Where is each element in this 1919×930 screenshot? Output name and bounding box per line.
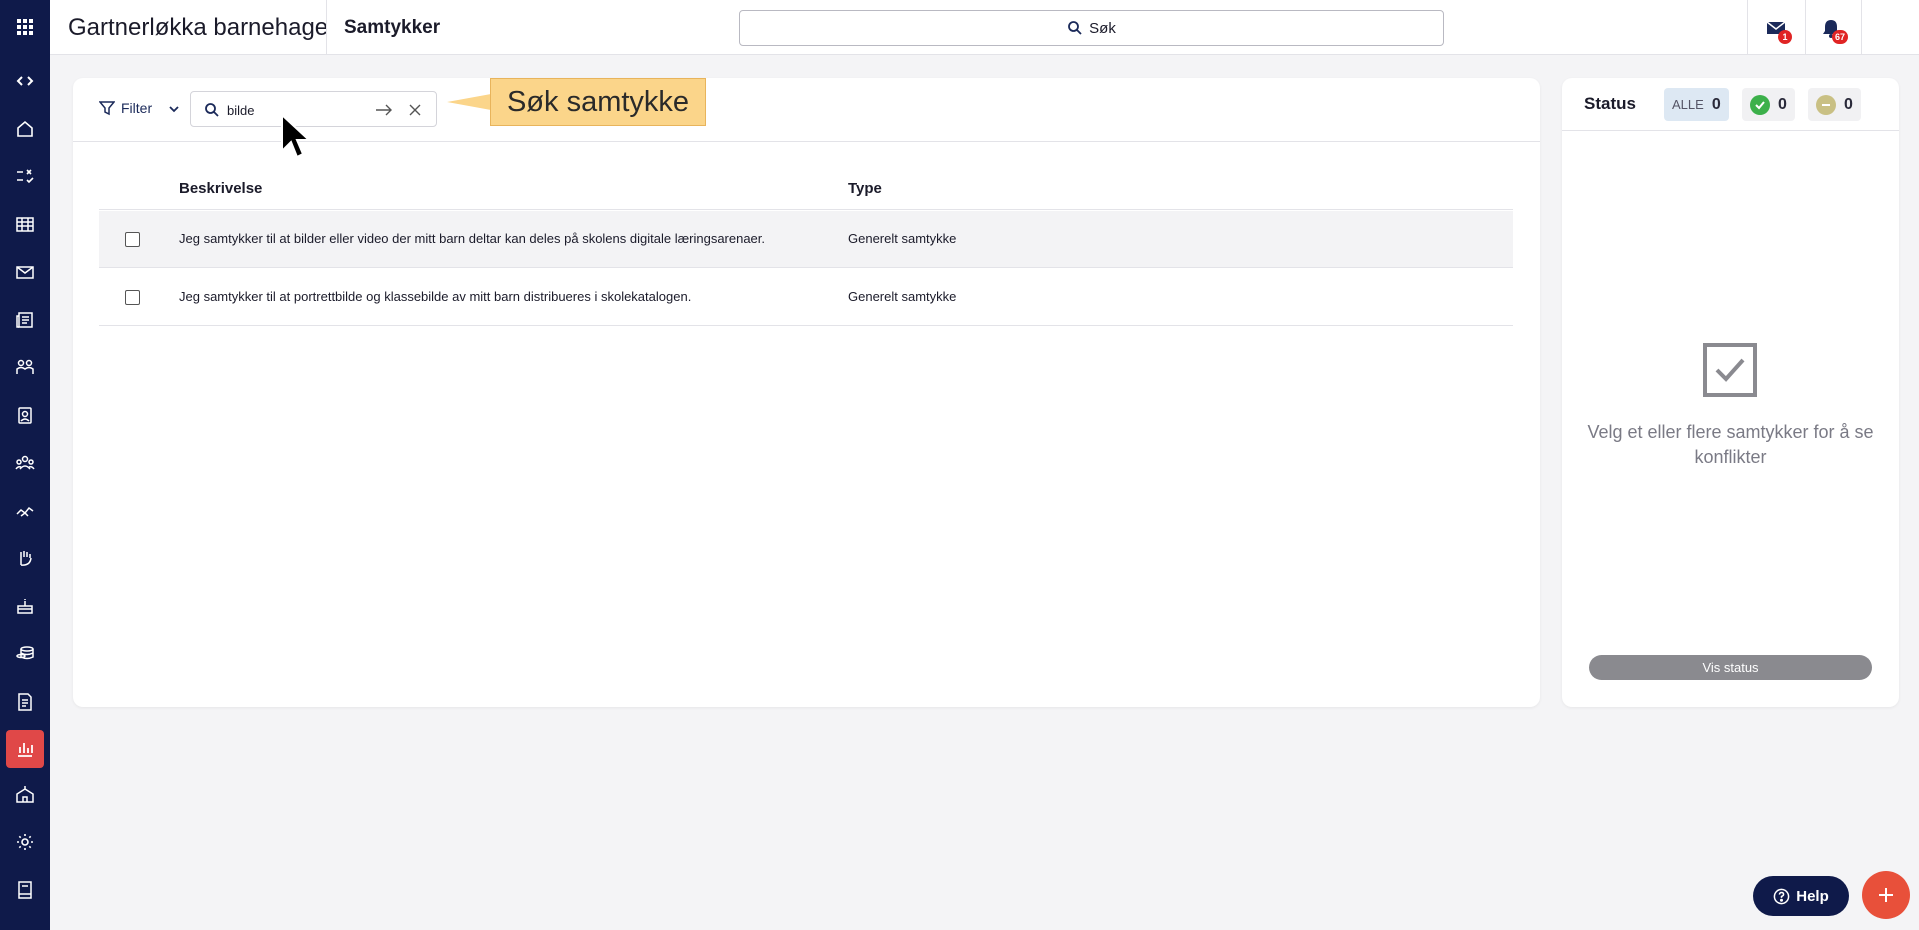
row-checkbox[interactable] [125,232,140,247]
status-filter-neutral[interactable]: 0 [1808,88,1861,121]
search-tooltip-callout: Søk samtykke [490,78,706,126]
help-label: Help [1796,887,1829,905]
column-header-type[interactable]: Type [848,180,882,197]
people-icon[interactable] [6,444,44,482]
settings-icon[interactable] [6,823,44,861]
chevron-down-icon[interactable] [167,102,181,116]
show-status-button[interactable]: Vis status [1589,655,1872,680]
filter-icon [99,101,115,116]
check-circle-icon [1750,94,1770,115]
question-circle-icon [1773,888,1790,904]
consent-list-card: Filter Beskrivelse Type Jeg samtykker ti… [73,78,1540,707]
sidebar [0,0,50,930]
header-divider [1805,0,1806,55]
home-icon[interactable] [6,110,44,148]
cake-icon[interactable] [6,587,44,625]
book-icon[interactable] [6,871,44,909]
filter-label: Filter [121,100,153,116]
org-name[interactable]: Gartnerløkka barnehage [68,14,328,42]
add-button[interactable] [1862,871,1910,919]
status-filter-approved[interactable]: 0 [1742,88,1795,121]
hand-icon[interactable] [6,539,44,577]
table-row[interactable]: Jeg samtykker til at bilder eller video … [99,211,1513,268]
checkbox-checked-icon [1703,343,1757,397]
tasks-icon[interactable] [6,157,44,195]
status-panel: Status ALLE 0 0 0 Velg et eller flere sa… [1562,78,1899,707]
header-divider [1747,0,1748,55]
global-search-label: Søk [1089,19,1116,37]
row-type: Generelt samtykke [848,231,957,246]
minus-circle-icon [1816,94,1836,115]
header: Gartnerløkka barnehage Samtykker Søk 1 6… [50,0,1919,55]
badge-icon[interactable] [6,396,44,434]
messages-badge: 1 [1778,30,1792,44]
apps-grid-icon[interactable] [6,8,44,46]
coins-icon[interactable] [6,635,44,673]
arrow-right-icon[interactable] [375,102,393,118]
header-divider [326,0,327,55]
filter-button[interactable]: Filter [99,100,152,116]
help-button[interactable]: Help [1753,876,1849,916]
callout-pointer [447,94,491,110]
status-header: Status ALLE 0 0 0 [1562,78,1899,131]
messages-button[interactable]: 1 [1758,10,1794,46]
code-icon[interactable] [6,62,44,100]
status-neutral-count: 0 [1844,95,1853,113]
table-row[interactable]: Jeg samtykker til at portrettbilde og kl… [99,269,1513,326]
search-icon [1068,21,1082,35]
notifications-badge: 67 [1832,30,1849,44]
column-header-description[interactable]: Beskrivelse [179,180,262,197]
chart-icon[interactable] [6,730,44,768]
consent-search-box [190,91,437,127]
page-title: Samtykker [344,17,441,38]
handshake-icon[interactable] [6,492,44,530]
mouse-cursor-icon [281,113,310,159]
status-all-label: ALLE [1672,97,1704,112]
close-icon[interactable] [407,102,423,118]
document-icon[interactable] [6,683,44,721]
mail-icon[interactable] [6,253,44,291]
status-all-count: 0 [1711,95,1721,113]
news-icon[interactable] [6,301,44,339]
row-checkbox[interactable] [125,290,140,305]
calendar-icon[interactable] [6,205,44,243]
status-approved-count: 0 [1778,95,1787,113]
row-description: Jeg samtykker til at portrettbilde og kl… [179,289,692,304]
global-search[interactable]: Søk [739,10,1444,46]
table-header: Beskrivelse Type [99,166,1513,210]
search-icon [205,103,219,117]
notifications-button[interactable]: 67 [1813,10,1849,46]
plus-icon [1879,888,1893,902]
status-filter-all[interactable]: ALLE 0 [1664,88,1729,121]
status-empty-message: Velg et eller flere samtykker for å se k… [1587,422,1874,467]
header-divider [1861,0,1862,55]
row-type: Generelt samtykke [848,289,957,304]
school-icon[interactable] [6,776,44,814]
groups-icon[interactable] [6,348,44,386]
row-description: Jeg samtykker til at bilder eller video … [179,231,766,246]
status-title: Status [1584,94,1636,113]
